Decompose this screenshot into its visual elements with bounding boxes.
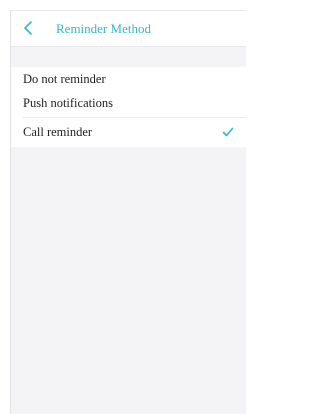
- chevron-left-icon: [24, 21, 32, 35]
- option-do-not-remind[interactable]: Do not reminder: [11, 67, 246, 89]
- option-push-notifications[interactable]: Push notifications: [11, 89, 246, 118]
- reminder-options-list: Do not reminder Push notifications Call …: [11, 67, 246, 147]
- checkmark-icon: [222, 127, 234, 137]
- option-label: Call reminder: [23, 125, 93, 139]
- option-label: Push notifications: [23, 96, 113, 110]
- page-title: Reminder Method: [56, 21, 151, 36]
- screen: Reminder Method Do not reminder Push not…: [10, 10, 246, 414]
- option-call-reminder[interactable]: Call reminder: [11, 118, 246, 147]
- nav-header: Reminder Method: [11, 11, 246, 47]
- option-label: Do not reminder: [23, 72, 106, 86]
- back-button[interactable]: [21, 19, 37, 37]
